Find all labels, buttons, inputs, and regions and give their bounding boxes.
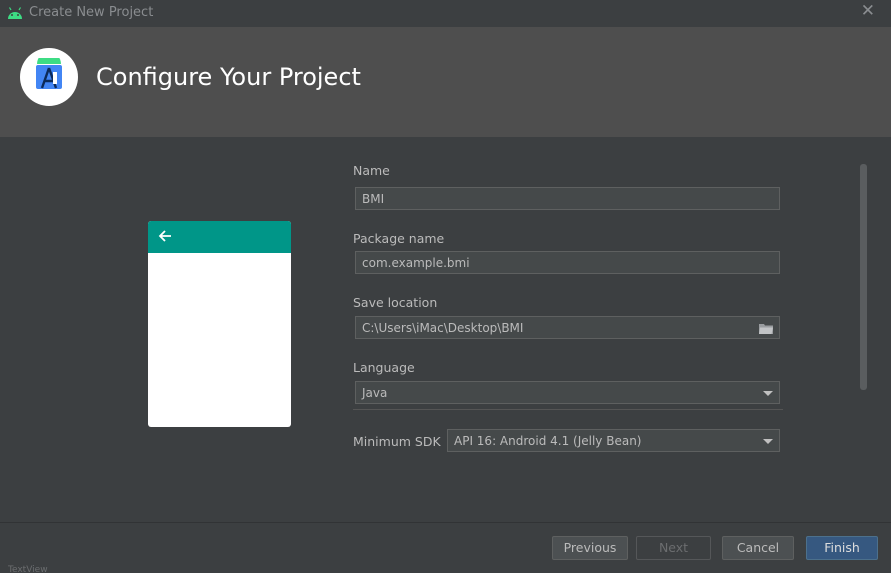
chevron-down-icon	[763, 391, 773, 396]
close-icon[interactable]: ✕	[861, 3, 875, 20]
name-field[interactable]: BMI	[355, 187, 780, 210]
minimum-sdk-value: API 16: Android 4.1 (Jelly Bean)	[454, 434, 642, 448]
dialog-footer: Previous Next Cancel Finish TextView	[0, 522, 891, 573]
folder-icon[interactable]	[759, 323, 773, 334]
window-titlebar: Create New Project ✕	[0, 0, 891, 27]
header-banner: Configure Your Project	[0, 27, 891, 137]
cancel-button[interactable]: Cancel	[722, 536, 794, 560]
save-location-value: C:\Users\iMac\Desktop\BMI	[362, 321, 524, 335]
background-editor-text: TextView	[8, 565, 48, 573]
android-icon	[8, 7, 22, 19]
chevron-down-icon	[763, 439, 773, 444]
package-name-field[interactable]: com.example.bmi	[355, 251, 780, 274]
save-location-label: Save location	[353, 295, 438, 310]
language-dropdown[interactable]: Java	[355, 381, 780, 404]
minimum-sdk-label: Minimum SDK	[353, 434, 441, 449]
android-studio-logo-icon	[20, 48, 78, 106]
package-name-label: Package name	[353, 231, 445, 246]
template-preview	[148, 221, 291, 427]
language-value: Java	[362, 386, 388, 400]
next-button[interactable]: Next	[636, 536, 711, 560]
package-name-value: com.example.bmi	[362, 256, 470, 270]
vertical-scrollbar[interactable]	[860, 164, 867, 390]
name-field-value: BMI	[362, 192, 385, 206]
preview-app-bar	[148, 221, 291, 253]
name-label: Name	[353, 163, 390, 178]
save-location-field[interactable]: C:\Users\iMac\Desktop\BMI	[355, 316, 780, 339]
minimum-sdk-dropdown[interactable]: API 16: Android 4.1 (Jelly Bean)	[447, 429, 780, 452]
finish-button[interactable]: Finish	[806, 536, 878, 560]
back-arrow-icon	[158, 230, 171, 242]
window-title: Create New Project	[29, 5, 154, 20]
divider	[353, 409, 783, 410]
configure-panel: Name BMI Package name com.example.bmi Sa…	[0, 137, 891, 523]
previous-button[interactable]: Previous	[552, 536, 628, 560]
page-title: Configure Your Project	[96, 63, 361, 91]
language-label: Language	[353, 360, 415, 375]
